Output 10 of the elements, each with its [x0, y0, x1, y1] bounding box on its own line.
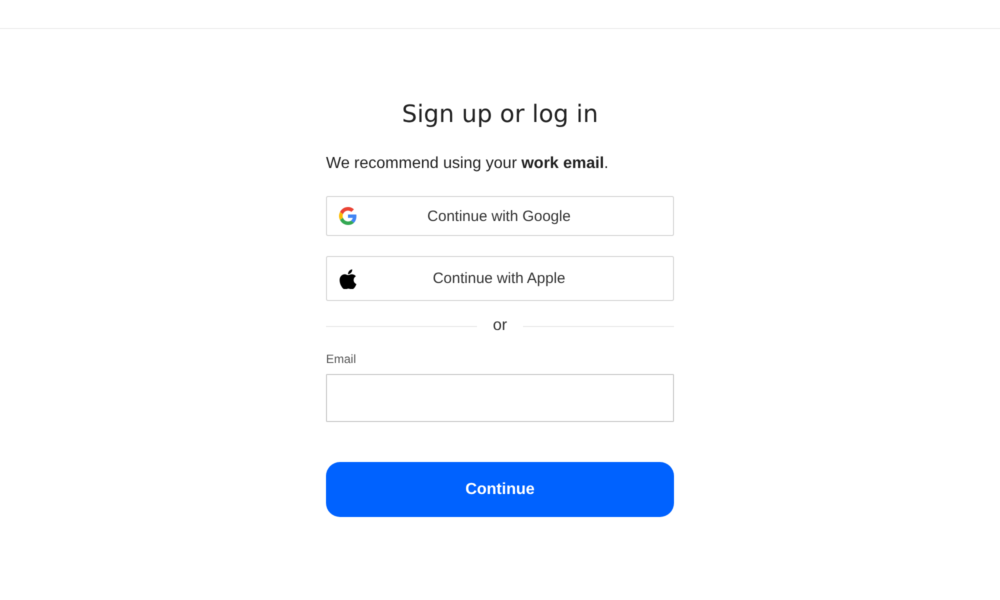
email-label: Email — [326, 352, 358, 366]
divider-label: or — [492, 317, 508, 335]
page-title: Sign up or log in — [400, 100, 600, 128]
intro-text: We recommend using your work email. — [326, 155, 610, 173]
apple-icon — [339, 268, 357, 289]
continue-button[interactable]: Continue — [326, 462, 674, 517]
email-field[interactable] — [326, 374, 674, 422]
google-icon — [339, 207, 357, 225]
google-sign-in-button[interactable]: Continue with Google — [326, 196, 674, 236]
apple-sign-in-button[interactable]: Continue with Apple — [326, 256, 674, 301]
